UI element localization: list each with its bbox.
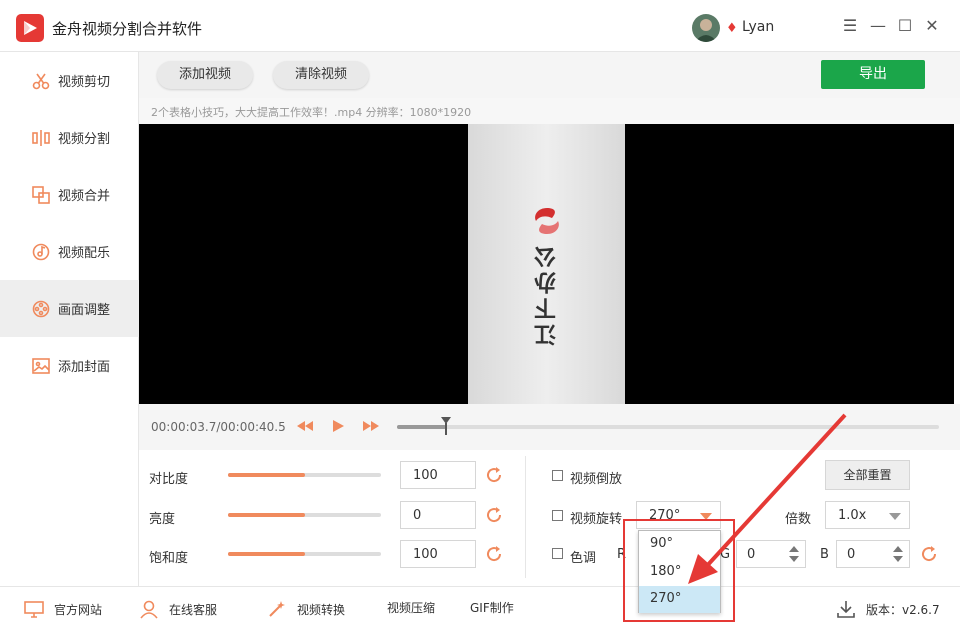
brightness-reset-icon[interactable] xyxy=(485,506,503,524)
brand-logo-icon xyxy=(535,208,559,234)
video-frame: 江下办公 xyxy=(468,124,625,404)
contrast-label: 对比度 xyxy=(149,472,189,487)
website-label: 官方网站 xyxy=(54,602,103,617)
export-button[interactable]: 导出 xyxy=(821,60,925,89)
version-info[interactable]: 版本：v2.6.7 xyxy=(836,599,940,619)
sidebar-item-split[interactable]: 视频分割 xyxy=(0,109,139,166)
footer: 官方网站 在线客服 视频转换 视频压缩 GIF制作 版本：v2.6.7 xyxy=(0,586,960,628)
sidebar: 视频剪切 视频分割 视频合并 视频配乐 画面调整 添加封面 xyxy=(0,52,139,586)
image-icon xyxy=(32,357,50,375)
title-bar: 金舟视频分割合并软件 ♦ Lyan ☰ — ☐ ✕ xyxy=(0,0,960,52)
sidebar-item-label: 视频合并 xyxy=(58,189,111,204)
gif-label: GIF制作 xyxy=(470,601,514,615)
reverse-checkbox[interactable] xyxy=(552,470,563,481)
contrast-slider[interactable] xyxy=(228,473,381,477)
app-logo-icon xyxy=(16,14,44,42)
merge-icon xyxy=(32,185,50,204)
spin-up-icon[interactable] xyxy=(893,546,903,552)
sidebar-item-cut[interactable]: 视频剪切 xyxy=(0,52,139,109)
website-link[interactable]: 官方网站 xyxy=(24,599,102,619)
compress-label: 视频压缩 xyxy=(387,601,436,615)
user-icon xyxy=(140,600,158,619)
video-preview: 江下办公 xyxy=(139,124,954,404)
vip-badge-icon: ♦ xyxy=(726,21,738,36)
file-info: 2个表格小技巧，大大提高工作效率！.mp4 分辨率：1080*1920 xyxy=(139,98,960,124)
play-icon[interactable] xyxy=(329,417,347,435)
rotate-checkbox[interactable] xyxy=(552,510,563,521)
saturation-slider-fill xyxy=(228,552,305,556)
version-label: 版本：v2.6.7 xyxy=(866,602,940,617)
hue-checkbox[interactable] xyxy=(552,548,563,559)
annotation-arrow-icon xyxy=(688,413,847,584)
download-icon xyxy=(837,601,855,618)
brightness-slider[interactable] xyxy=(228,513,381,517)
compress-link[interactable]: 视频压缩 xyxy=(387,599,435,616)
convert-link[interactable]: 视频转换 xyxy=(267,599,345,619)
sidebar-item-music[interactable]: 视频配乐 xyxy=(0,223,139,280)
close-button[interactable]: ✕ xyxy=(922,16,942,36)
sidebar-item-label: 画面调整 xyxy=(58,303,111,318)
brightness-slider-fill xyxy=(228,513,305,517)
contrast-slider-fill xyxy=(228,473,305,477)
sidebar-item-label: 视频剪切 xyxy=(58,75,111,90)
magic-wand-icon xyxy=(269,601,285,617)
split-icon xyxy=(32,129,50,147)
saturation-slider[interactable] xyxy=(228,552,381,556)
time-display: 00:00:03.7/00:00:40.5 xyxy=(151,420,286,434)
sidebar-item-label: 视频配乐 xyxy=(58,246,111,261)
reverse-label: 视频倒放 xyxy=(570,472,623,487)
gif-link[interactable]: GIF制作 xyxy=(470,599,514,616)
progress-fill xyxy=(397,425,447,429)
rotate-label: 视频旋转 xyxy=(570,512,623,527)
progress-track[interactable] xyxy=(397,417,939,435)
sidebar-item-label: 添加封面 xyxy=(58,360,111,375)
sidebar-item-label: 视频分割 xyxy=(58,132,111,147)
monitor-icon xyxy=(24,601,44,618)
chevron-down-icon xyxy=(889,513,901,520)
brand-text: 江下办公 xyxy=(535,242,560,346)
contrast-input[interactable]: 100 xyxy=(400,461,476,489)
service-label: 在线客服 xyxy=(169,602,218,617)
menu-icon[interactable]: ☰ xyxy=(840,16,860,36)
username[interactable]: Lyan xyxy=(742,19,774,35)
convert-label: 视频转换 xyxy=(297,602,346,617)
music-icon xyxy=(32,243,50,261)
maximize-button[interactable]: ☐ xyxy=(895,16,915,36)
sidebar-item-merge[interactable]: 视频合并 xyxy=(0,166,139,223)
rewind-icon[interactable] xyxy=(296,417,314,435)
hue-label: 色调 xyxy=(570,551,597,566)
divider xyxy=(525,456,526,578)
avatar[interactable] xyxy=(692,14,720,42)
progress-thumb[interactable] xyxy=(441,417,452,435)
scissors-icon xyxy=(32,72,50,90)
saturation-label: 饱和度 xyxy=(149,551,189,566)
app-title: 金舟视频分割合并软件 xyxy=(52,20,203,38)
fast-forward-icon[interactable] xyxy=(362,417,380,435)
saturation-input[interactable]: 100 xyxy=(400,540,476,568)
add-video-button[interactable]: 添加视频 xyxy=(157,61,253,89)
brightness-label: 亮度 xyxy=(149,512,176,527)
spin-down-icon[interactable] xyxy=(893,556,903,562)
brightness-input[interactable]: 0 xyxy=(400,501,476,529)
minimize-button[interactable]: — xyxy=(868,16,888,36)
sidebar-item-adjust[interactable]: 画面调整 xyxy=(0,280,139,337)
hue-reset-icon[interactable] xyxy=(920,545,938,563)
saturation-reset-icon[interactable] xyxy=(485,545,503,563)
contrast-reset-icon[interactable] xyxy=(485,466,503,484)
film-reel-icon xyxy=(32,300,50,318)
clear-video-button[interactable]: 清除视频 xyxy=(273,61,369,89)
sidebar-item-cover[interactable]: 添加封面 xyxy=(0,337,139,394)
service-link[interactable]: 在线客服 xyxy=(139,599,217,619)
